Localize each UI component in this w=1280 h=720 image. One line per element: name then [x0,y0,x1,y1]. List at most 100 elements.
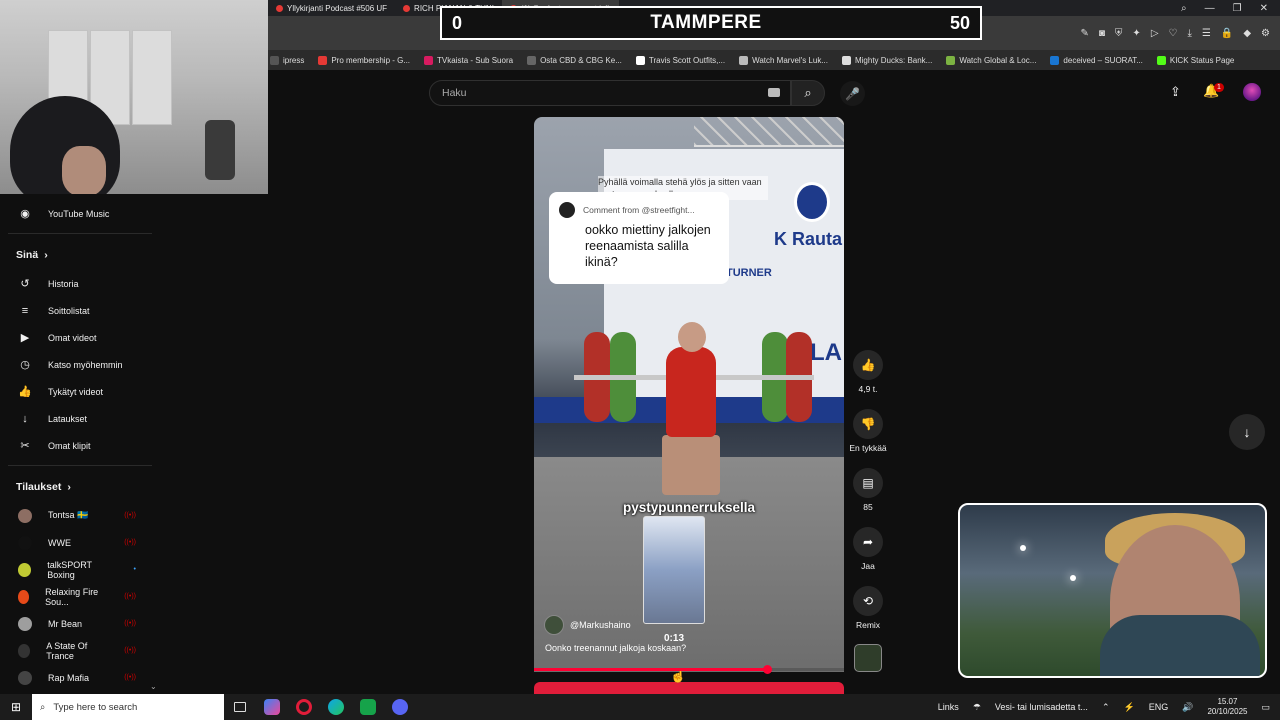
shield-icon[interactable]: ⛨ [1115,28,1123,39]
window-controls: ⌕ — ❐ ✕ [1181,0,1280,16]
progress-scrubber[interactable] [762,665,772,674]
edge-icon[interactable] [320,694,352,720]
sidebar-item-downloads[interactable]: ↓ Lataukset [0,405,160,432]
close-icon[interactable]: ✕ [1260,3,1268,14]
remix-action[interactable]: ⟲ Remix [848,586,888,630]
edit-icon[interactable]: ✎ [1080,28,1088,39]
search-input[interactable]: Haku [429,80,791,106]
download-icon[interactable]: ⤓ [1187,28,1191,39]
avatar[interactable] [1243,83,1261,101]
weather-icon[interactable]: ☂ [973,702,981,713]
taskbar-search-input[interactable]: ⌕ Type here to search [32,694,224,720]
heart-icon[interactable]: ♡ [1169,28,1178,39]
comment-text: ookko miettiny jalkojen reenaamista sali… [585,223,711,269]
sidebar-heading-you[interactable]: Sinä › [0,240,160,270]
webcam-overlay [0,0,268,194]
channel-avatar[interactable] [544,615,564,635]
bookmark-item[interactable]: Watch Marvel's Luk... [739,55,828,65]
restore-icon[interactable]: ❐ [1233,3,1242,14]
sound-thumbnail[interactable] [854,644,882,672]
streamer-face [62,146,106,194]
subscription-item[interactable]: A State Of Trance ((•)) [0,637,160,664]
opera-icon[interactable] [288,694,320,720]
bookmark-item[interactable]: TVkaista - Sub Suora [424,55,513,65]
sidebar-item-liked-videos[interactable]: 👍 Tykätyt videot [0,378,160,405]
windows-start-icon[interactable]: ⊞ [0,694,32,720]
links-label[interactable]: Links [938,702,959,712]
sidebar-item-youtube-music[interactable]: ◉ YouTube Music [0,200,160,227]
lock-icon[interactable]: 🔒 [1221,28,1233,39]
like-action[interactable]: 👍 4,9 t. [848,350,888,394]
dislike-icon[interactable]: 👎 [853,409,883,439]
progress-bar[interactable] [534,665,844,674]
subscription-item[interactable]: WWE ((•)) [0,529,160,556]
subscription-item[interactable]: Mr Bean ((•)) [0,610,160,637]
sidebar-item-history[interactable]: ↺ Historia [0,270,160,297]
volume-icon[interactable]: 🔊 [1182,702,1193,713]
subscription-item[interactable]: Rap Mafia ((•)) [0,664,160,691]
channel-avatar [18,670,32,685]
green-app-icon[interactable] [352,694,384,720]
live-indicator-icon: ((•)) [124,512,136,519]
subscription-item[interactable]: talkSPORT Boxing • [0,556,160,583]
youtube-music-icon: ◉ [20,208,30,220]
next-short-preview[interactable] [534,682,844,694]
share-icon[interactable]: ➦ [853,527,883,557]
search-button[interactable]: ⌕ [791,80,825,106]
menu-icon[interactable]: ☰ [1202,28,1211,39]
channel-info[interactable]: @Markushaino [544,615,631,635]
browser-tab[interactable]: Yllykirjanti Podcast #506 UF [268,0,395,16]
live-indicator-icon: ((•)) [124,539,136,546]
channel-name[interactable]: @Markushaino [570,620,631,630]
share-action[interactable]: ➦ Jaa [848,527,888,571]
bookmark-item[interactable]: Travis Scott Outfits,... [635,55,725,65]
chevron-down-icon[interactable]: ⌄ [150,682,157,691]
notification-center-icon[interactable]: ▭ [1261,702,1270,713]
video-title[interactable]: Oonko treenannut jalkoja koskaan? [545,643,686,653]
extension-icon[interactable]: ✦ [1132,28,1140,39]
copilot-taskbar-icon[interactable] [256,694,288,720]
bookmark-item[interactable]: Mighty Ducks: Bank... [841,55,932,65]
like-icon[interactable]: 👍 [853,350,883,380]
camera-icon[interactable]: ◙ [1099,28,1105,39]
chevron-right-icon: › [44,249,48,261]
tab-favicon-icon [276,4,283,12]
discord-icon[interactable] [384,694,416,720]
clock[interactable]: 15.07 20/10/2025 [1207,697,1247,717]
dislike-action[interactable]: 👎 En tykkää [848,409,888,453]
minimize-icon[interactable]: — [1205,3,1215,14]
bookmark-item[interactable]: deceived – SUORAT... [1050,55,1143,65]
next-video-button[interactable]: ↓ [1229,414,1265,450]
gym-light [1070,575,1076,581]
search-tabs-icon[interactable]: ⌕ [1181,3,1187,14]
language-indicator[interactable]: ENG [1149,702,1169,712]
clips-icon: ✂ [20,440,30,452]
comments-action[interactable]: ▤ 85 [848,468,888,512]
shelf [205,120,235,180]
sidebar-item-clips[interactable]: ✂ Omat klipit [0,432,160,459]
subscription-item[interactable]: Relaxing Fire Sou... ((•)) [0,583,160,610]
bookmark-item[interactable]: Watch Global & Loc... [946,55,1036,65]
task-view-icon[interactable] [224,694,256,720]
subscription-item[interactable]: Tontsa 🇸🇪 ((•)) [0,502,160,529]
settings-icon[interactable]: ⚙ [1261,28,1270,39]
upload-icon[interactable]: ⇪ [1170,84,1181,100]
weather-text[interactable]: Vesi- tai lumisadetta t... [995,702,1088,712]
network-icon[interactable]: ⚡ [1123,702,1134,713]
comment-icon[interactable]: ▤ [853,468,883,498]
remix-icon[interactable]: ⟲ [853,586,883,616]
downloads-icon: ↓ [22,412,28,425]
bookmark-item[interactable]: ipress [270,55,304,65]
play-icon[interactable]: ▷ [1151,28,1159,39]
chevron-up-icon[interactable]: ⌃ [1102,702,1110,713]
bookmark-item[interactable]: Pro membership - G... [318,55,410,65]
sidebar-heading-subscriptions[interactable]: Tilaukset › [0,472,160,502]
copilot-icon[interactable]: ◆ [1243,28,1251,39]
keyboard-icon[interactable] [768,88,780,97]
bookmark-item[interactable]: Osta CBD & CBG Ke... [527,55,622,65]
sidebar-item-your-videos[interactable]: ▶ Omat videot [0,324,160,351]
voice-search-button[interactable]: 🎤 [840,81,865,106]
sidebar-item-playlists[interactable]: ≡ Soittolistat [0,297,160,324]
bookmark-item[interactable]: KICK Status Page [1156,55,1234,65]
sidebar-item-watch-later[interactable]: ◷ Katso myöhemmin [0,351,160,378]
